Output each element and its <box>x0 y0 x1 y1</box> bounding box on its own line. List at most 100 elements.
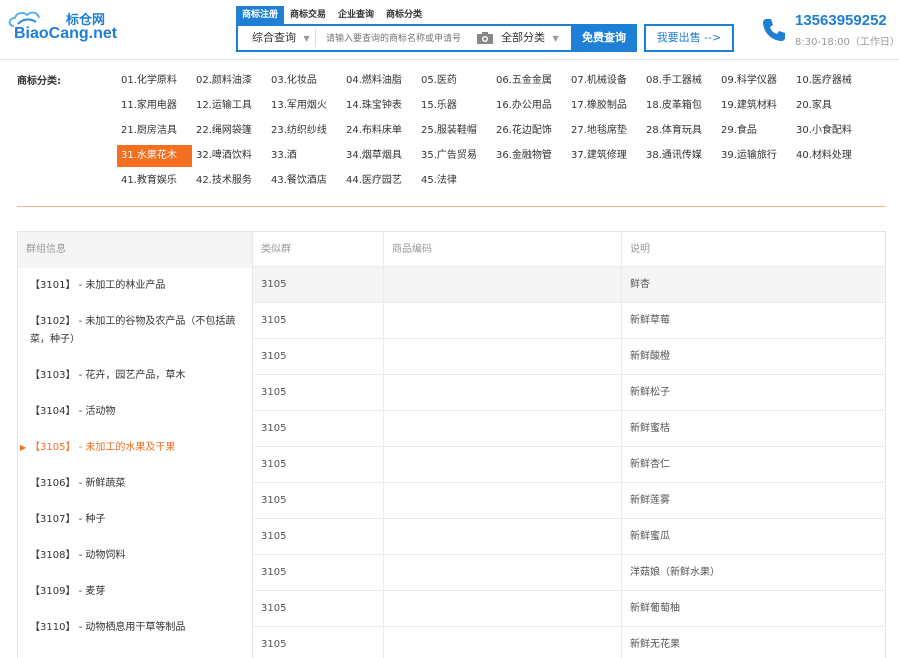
goods-code-cell <box>384 627 622 658</box>
category-item[interactable]: 44.医疗园艺 <box>342 170 417 192</box>
category-item[interactable]: 25.服装鞋帽 <box>417 120 492 142</box>
category-item[interactable]: 15.乐器 <box>417 95 492 117</box>
category-item[interactable]: 40.材料处理 <box>792 145 867 167</box>
similar-group-cell: 3105 <box>253 483 384 518</box>
category-item[interactable]: 02.颜料油漆 <box>192 70 267 92</box>
category-item[interactable]: 01.化学原料 <box>117 70 192 92</box>
category-item[interactable]: 29.食品 <box>717 120 792 142</box>
sell-trademark-button[interactable]: 我要出售 --> <box>644 24 734 52</box>
group-item[interactable]: 【3110】 - 动物栖息用干草等制品 <box>18 610 252 646</box>
site-header: 标仓网 BiaoCang.net 商标注册 商标交易 企业查询 商标分类 综合查… <box>0 0 899 60</box>
category-item[interactable]: 26.花边配饰 <box>492 120 567 142</box>
category-item[interactable]: 31.水果花木 <box>117 145 192 167</box>
group-item-text: 【3102】 - 未加工的谷物及农产品（不包括蔬菜，种子） <box>30 316 236 345</box>
similar-group-cell: 3105 <box>253 591 384 626</box>
similar-group-cell: 3105 <box>253 555 384 590</box>
goods-code-cell <box>384 555 622 590</box>
category-item[interactable]: 20.家具 <box>792 95 867 117</box>
tab-trademark-trade[interactable]: 商标交易 <box>284 6 332 24</box>
category-item[interactable]: 24.布料床单 <box>342 120 417 142</box>
group-item[interactable]: 【3107】 - 种子 <box>18 502 252 538</box>
group-item[interactable]: 【3104】 - 活动物 <box>18 394 252 430</box>
category-item[interactable]: 09.科学仪器 <box>717 70 792 92</box>
category-item[interactable]: 28.体育玩具 <box>642 120 717 142</box>
group-item-wrap: 【3110】 - 动物栖息用干草等制品 <box>30 619 185 637</box>
category-item[interactable]: 34.烟草烟具 <box>342 145 417 167</box>
category-item[interactable]: 33.酒 <box>267 145 342 167</box>
table-row: 3105 新鲜酸橙 <box>253 339 886 375</box>
category-item[interactable]: 13.军用烟火 <box>267 95 342 117</box>
category-item[interactable]: 18.皮革箱包 <box>642 95 717 117</box>
category-item[interactable]: 11.家用电器 <box>117 95 192 117</box>
column-header-similar-group: 类似群 <box>253 232 384 266</box>
category-item[interactable]: 05.医药 <box>417 70 492 92</box>
category-item[interactable]: 03.化妆品 <box>267 70 342 92</box>
group-item[interactable]: 【3101】 - 未加工的林业产品 <box>18 268 252 304</box>
category-item[interactable]: 35.广告贸易 <box>417 145 492 167</box>
category-item[interactable]: 42.技术服务 <box>192 170 267 192</box>
category-item[interactable]: 12.运输工具 <box>192 95 267 117</box>
search-type-select[interactable]: 综合查询 ▼ <box>238 29 316 47</box>
description-cell: 新鲜葡萄柚 <box>630 603 680 614</box>
group-item[interactable]: ▶ 【3105】 - 未加工的水果及干果 <box>18 430 252 466</box>
goods-code-cell <box>384 411 622 446</box>
group-item[interactable]: 【3108】 - 动物饲料 <box>18 538 252 574</box>
group-item[interactable]: 【3103】 - 花卉，园艺产品，草木 <box>18 358 252 394</box>
column-header-description: 说明 <box>630 244 650 255</box>
category-item[interactable]: 16.办公用品 <box>492 95 567 117</box>
goods-table: 类似群 商品编码 说明 3105 鲜杏 3105 新鲜草莓 3105 新鲜酸橙 3105 新鲜… <box>253 231 886 658</box>
category-item[interactable]: 27.地毯席垫 <box>567 120 642 142</box>
group-item-text: 【3109】 - 麦芽 <box>30 586 106 597</box>
category-item[interactable]: 23.纺织纱线 <box>267 120 342 142</box>
goods-code-cell <box>384 519 622 554</box>
similar-group-cell: 3105 <box>253 519 384 554</box>
site-logo[interactable]: 标仓网 BiaoCang.net <box>8 8 118 48</box>
search-input[interactable] <box>316 27 477 49</box>
free-search-button[interactable]: 免费查询 <box>571 24 637 52</box>
tab-company-query[interactable]: 企业查询 <box>332 6 380 24</box>
category-item[interactable]: 41.教育娱乐 <box>117 170 192 192</box>
category-item[interactable]: 36.金融物管 <box>492 145 567 167</box>
tab-trademark-register[interactable]: 商标注册 <box>236 6 285 24</box>
similar-group-cell: 3105 <box>253 267 384 302</box>
category-item[interactable]: 45.法律 <box>417 170 492 192</box>
category-item[interactable]: 08.手工器械 <box>642 70 717 92</box>
group-item-wrap: 【3108】 - 动物饲料 <box>30 547 125 565</box>
description-cell: 鲜杏 <box>630 279 650 290</box>
category-item[interactable]: 39.运输旅行 <box>717 145 792 167</box>
category-grid: 01.化学原料 02.颜料油漆 03.化妆品 04.燃料油脂 05.医药 06.五金金属 0… <box>117 70 897 195</box>
table-row: 3105 新鲜草莓 <box>253 303 886 339</box>
group-item-text: 【3106】 - 新鲜蔬菜 <box>30 478 126 489</box>
category-item[interactable]: 14.珠宝钟表 <box>342 95 417 117</box>
table-border <box>885 231 886 658</box>
group-item[interactable]: 【3109】 - 麦芽 <box>18 574 252 610</box>
category-item[interactable]: 19.建筑材料 <box>717 95 792 117</box>
tab-trademark-class[interactable]: 商标分类 <box>380 6 428 24</box>
category-item[interactable]: 22.绳网袋篷 <box>192 120 267 142</box>
group-item-text: 【3107】 - 种子 <box>30 514 106 525</box>
table-row: 3105 新鲜杏仁 <box>253 447 886 483</box>
category-item[interactable]: 10.医疗器械 <box>792 70 867 92</box>
group-item[interactable]: 【3102】 - 未加工的谷物及农产品（不包括蔬菜，种子） <box>18 304 252 358</box>
category-item[interactable]: 43.餐饮酒店 <box>267 170 342 192</box>
category-item[interactable]: 06.五金金属 <box>492 70 567 92</box>
search-category-select[interactable]: 全部分类 ▼ <box>501 29 571 47</box>
category-item[interactable]: 07.机械设备 <box>567 70 642 92</box>
category-item[interactable]: 04.燃料油脂 <box>342 70 417 92</box>
category-item[interactable]: 30.小食配料 <box>792 120 867 142</box>
description-cell: 新鲜莲雾 <box>630 495 670 506</box>
column-header-goods-code: 商品编码 <box>384 232 622 266</box>
group-item-wrap: 【3101】 - 未加工的林业产品 <box>30 277 165 295</box>
group-item-wrap: 【3104】 - 活动物 <box>30 403 115 421</box>
description-cell: 新鲜酸橙 <box>630 351 670 362</box>
group-item-wrap: 【3102】 - 未加工的谷物及农产品（不包括蔬菜，种子） <box>30 313 246 349</box>
category-item[interactable]: 37.建筑修理 <box>567 145 642 167</box>
category-item[interactable]: 21.厨房洁具 <box>117 120 192 142</box>
category-item[interactable]: 32.啤酒饮料 <box>192 145 267 167</box>
search-type-label: 综合查询 <box>252 31 296 44</box>
category-item[interactable]: 17.橡胶制品 <box>567 95 642 117</box>
category-item[interactable]: 38.通讯传媒 <box>642 145 717 167</box>
similar-group-cell: 3105 <box>253 627 384 658</box>
camera-icon[interactable] <box>477 32 493 44</box>
group-item[interactable]: 【3106】 - 新鲜蔬菜 <box>18 466 252 502</box>
